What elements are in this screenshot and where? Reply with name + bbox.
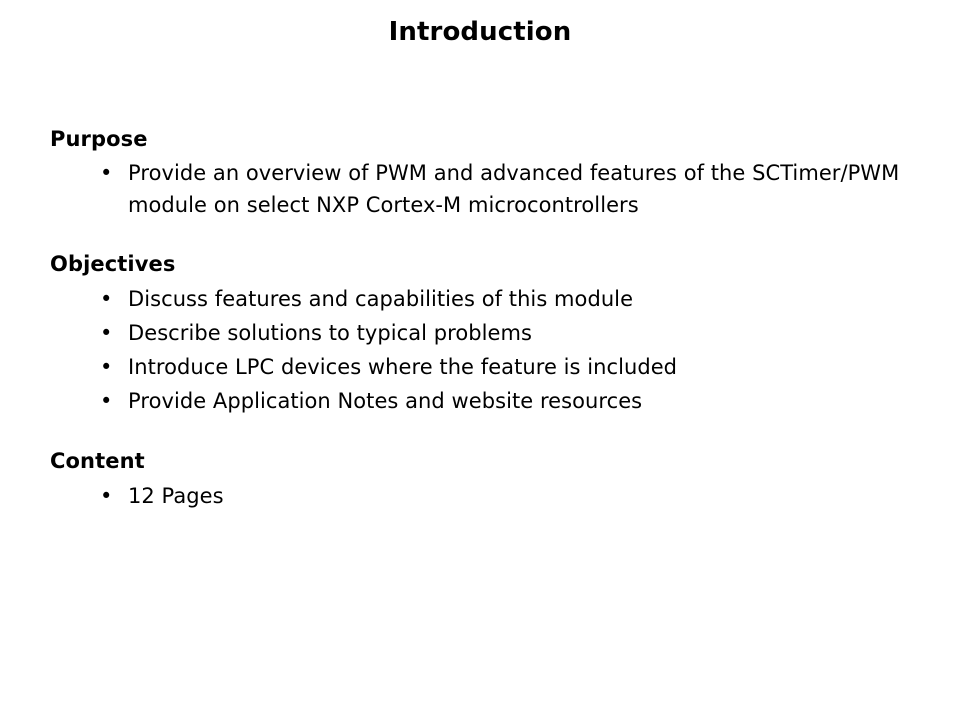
bullet-dot-icon: • (100, 321, 113, 345)
section-purpose: Purpose • Provide an overview of PWM and… (50, 126, 940, 221)
bullet-dot-icon: • (100, 287, 113, 311)
bullet-list-content: • 12 Pages (50, 479, 940, 513)
bullet-dot-icon: • (100, 389, 113, 413)
list-item-label: Discuss features and capabilities of thi… (128, 287, 634, 311)
list-item-label: Introduce LPC devices where the feature … (128, 355, 678, 379)
slide-title: Introduction (388, 17, 572, 47)
bullet-list-objectives: • Discuss features and capabilities of t… (50, 282, 940, 418)
list-item: • Describe solutions to typical problems (50, 316, 940, 350)
section-content: Content • 12 Pages (50, 448, 940, 513)
bullet-dot-icon: • (100, 484, 113, 508)
list-item: • Provide Application Notes and website … (50, 384, 940, 418)
list-item: • Provide an overview of PWM and advance… (50, 157, 928, 221)
list-item: • 12 Pages (50, 479, 940, 513)
slide-body: Purpose • Provide an overview of PWM and… (50, 126, 940, 513)
list-item-label: Provide an overview of PWM and advanced … (128, 161, 900, 217)
section-objectives: Objectives • Discuss features and capabi… (50, 251, 940, 418)
section-heading-objectives: Objectives (50, 252, 176, 276)
section-heading-content: Content (50, 449, 145, 473)
list-item-label: Provide Application Notes and website re… (128, 389, 643, 413)
bullet-dot-icon: • (100, 161, 113, 185)
presentation-slide: Introduction Purpose • Provide an overvi… (0, 0, 960, 720)
list-item-label: Describe solutions to typical problems (128, 321, 532, 345)
section-heading-purpose: Purpose (50, 127, 148, 151)
bullet-list-purpose: • Provide an overview of PWM and advance… (50, 157, 940, 221)
list-item-label: 12 Pages (128, 484, 224, 508)
bullet-dot-icon: • (100, 355, 113, 379)
list-item: • Introduce LPC devices where the featur… (50, 350, 940, 384)
list-item: • Discuss features and capabilities of t… (50, 282, 940, 316)
